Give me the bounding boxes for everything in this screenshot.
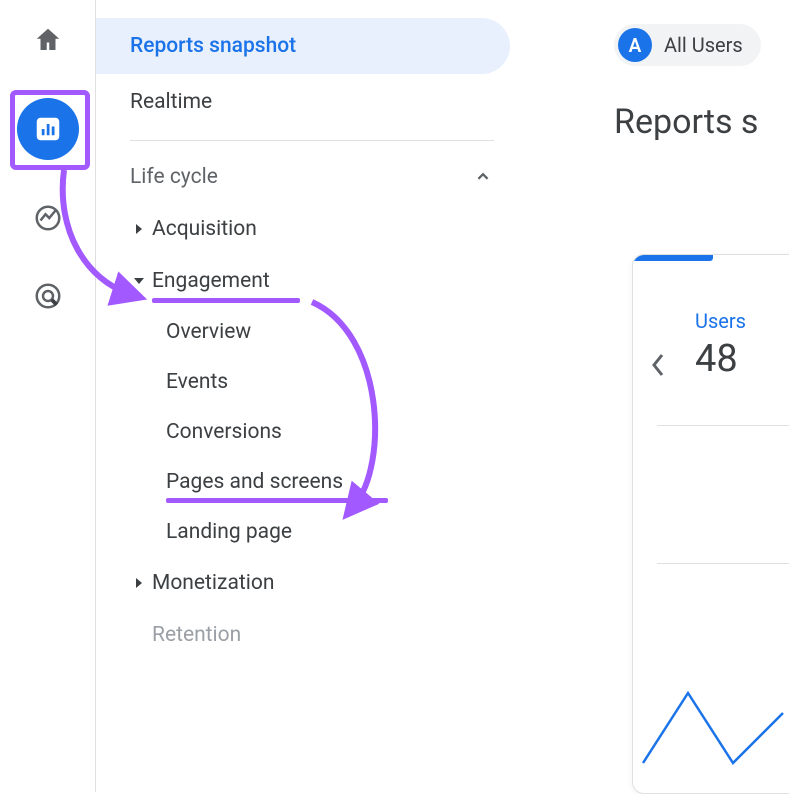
card-active-tab-indicator — [633, 255, 713, 261]
nav-label: Events — [166, 370, 228, 394]
nav-label: Realtime — [130, 90, 212, 114]
nav-label: Reports snapshot — [130, 34, 296, 58]
card-divider — [657, 563, 789, 564]
chip-badge: A — [618, 28, 652, 62]
annotation-underline-pages — [166, 498, 388, 503]
nav-label: Retention — [152, 623, 241, 647]
audience-chip[interactable]: A All Users — [614, 24, 761, 66]
reports-icon[interactable] — [17, 98, 79, 160]
nav-label: Conversions — [166, 420, 282, 444]
metric-value: 48 — [695, 337, 738, 381]
nav-section-label: Life cycle — [130, 165, 218, 189]
advertising-icon[interactable] — [28, 276, 68, 316]
home-icon[interactable] — [28, 20, 68, 60]
chevron-left-icon[interactable] — [649, 351, 667, 383]
nav-sub-overview[interactable]: Overview — [96, 307, 524, 357]
nav-cat-monetization[interactable]: Monetization — [96, 557, 524, 609]
nav-label: Monetization — [152, 571, 274, 595]
sparkline-chart — [633, 633, 789, 793]
nav-cat-retention[interactable]: Retention — [96, 609, 524, 661]
caret-right-icon — [126, 577, 152, 589]
page-title: Reports s — [614, 102, 789, 142]
chevron-up-icon — [472, 166, 494, 188]
nav-label: Overview — [166, 320, 251, 344]
nav-sub-events[interactable]: Events — [96, 357, 524, 407]
nav-realtime[interactable]: Realtime — [96, 74, 510, 130]
reports-nav-panel: Reports snapshot Realtime Life cycle Acq… — [96, 0, 524, 792]
nav-label: Engagement — [152, 269, 270, 293]
card-divider — [657, 425, 789, 426]
nav-label: Pages and screens — [166, 470, 343, 494]
nav-cat-engagement[interactable]: Engagement — [96, 255, 524, 307]
nav-label: Acquisition — [152, 217, 257, 241]
nav-label: Landing page — [166, 520, 292, 544]
nav-sub-pages-and-screens[interactable]: Pages and screens — [96, 457, 524, 507]
metric-card: Users 48 — [632, 254, 789, 794]
chip-label: All Users — [664, 33, 743, 57]
nav-divider — [130, 140, 494, 141]
left-icon-rail — [0, 0, 96, 792]
nav-sub-landing-page[interactable]: Landing page — [96, 507, 524, 557]
nav-section-lifecycle[interactable]: Life cycle — [96, 151, 524, 203]
metric-label: Users — [695, 309, 746, 333]
chip-letter: A — [629, 34, 642, 57]
annotation-underline-engagement — [152, 298, 300, 303]
nav-cat-acquisition[interactable]: Acquisition — [96, 203, 524, 255]
caret-right-icon — [126, 223, 152, 235]
caret-down-icon — [126, 276, 152, 286]
nav-sub-conversions[interactable]: Conversions — [96, 407, 524, 457]
explore-icon[interactable] — [28, 198, 68, 238]
nav-reports-snapshot[interactable]: Reports snapshot — [96, 18, 510, 74]
